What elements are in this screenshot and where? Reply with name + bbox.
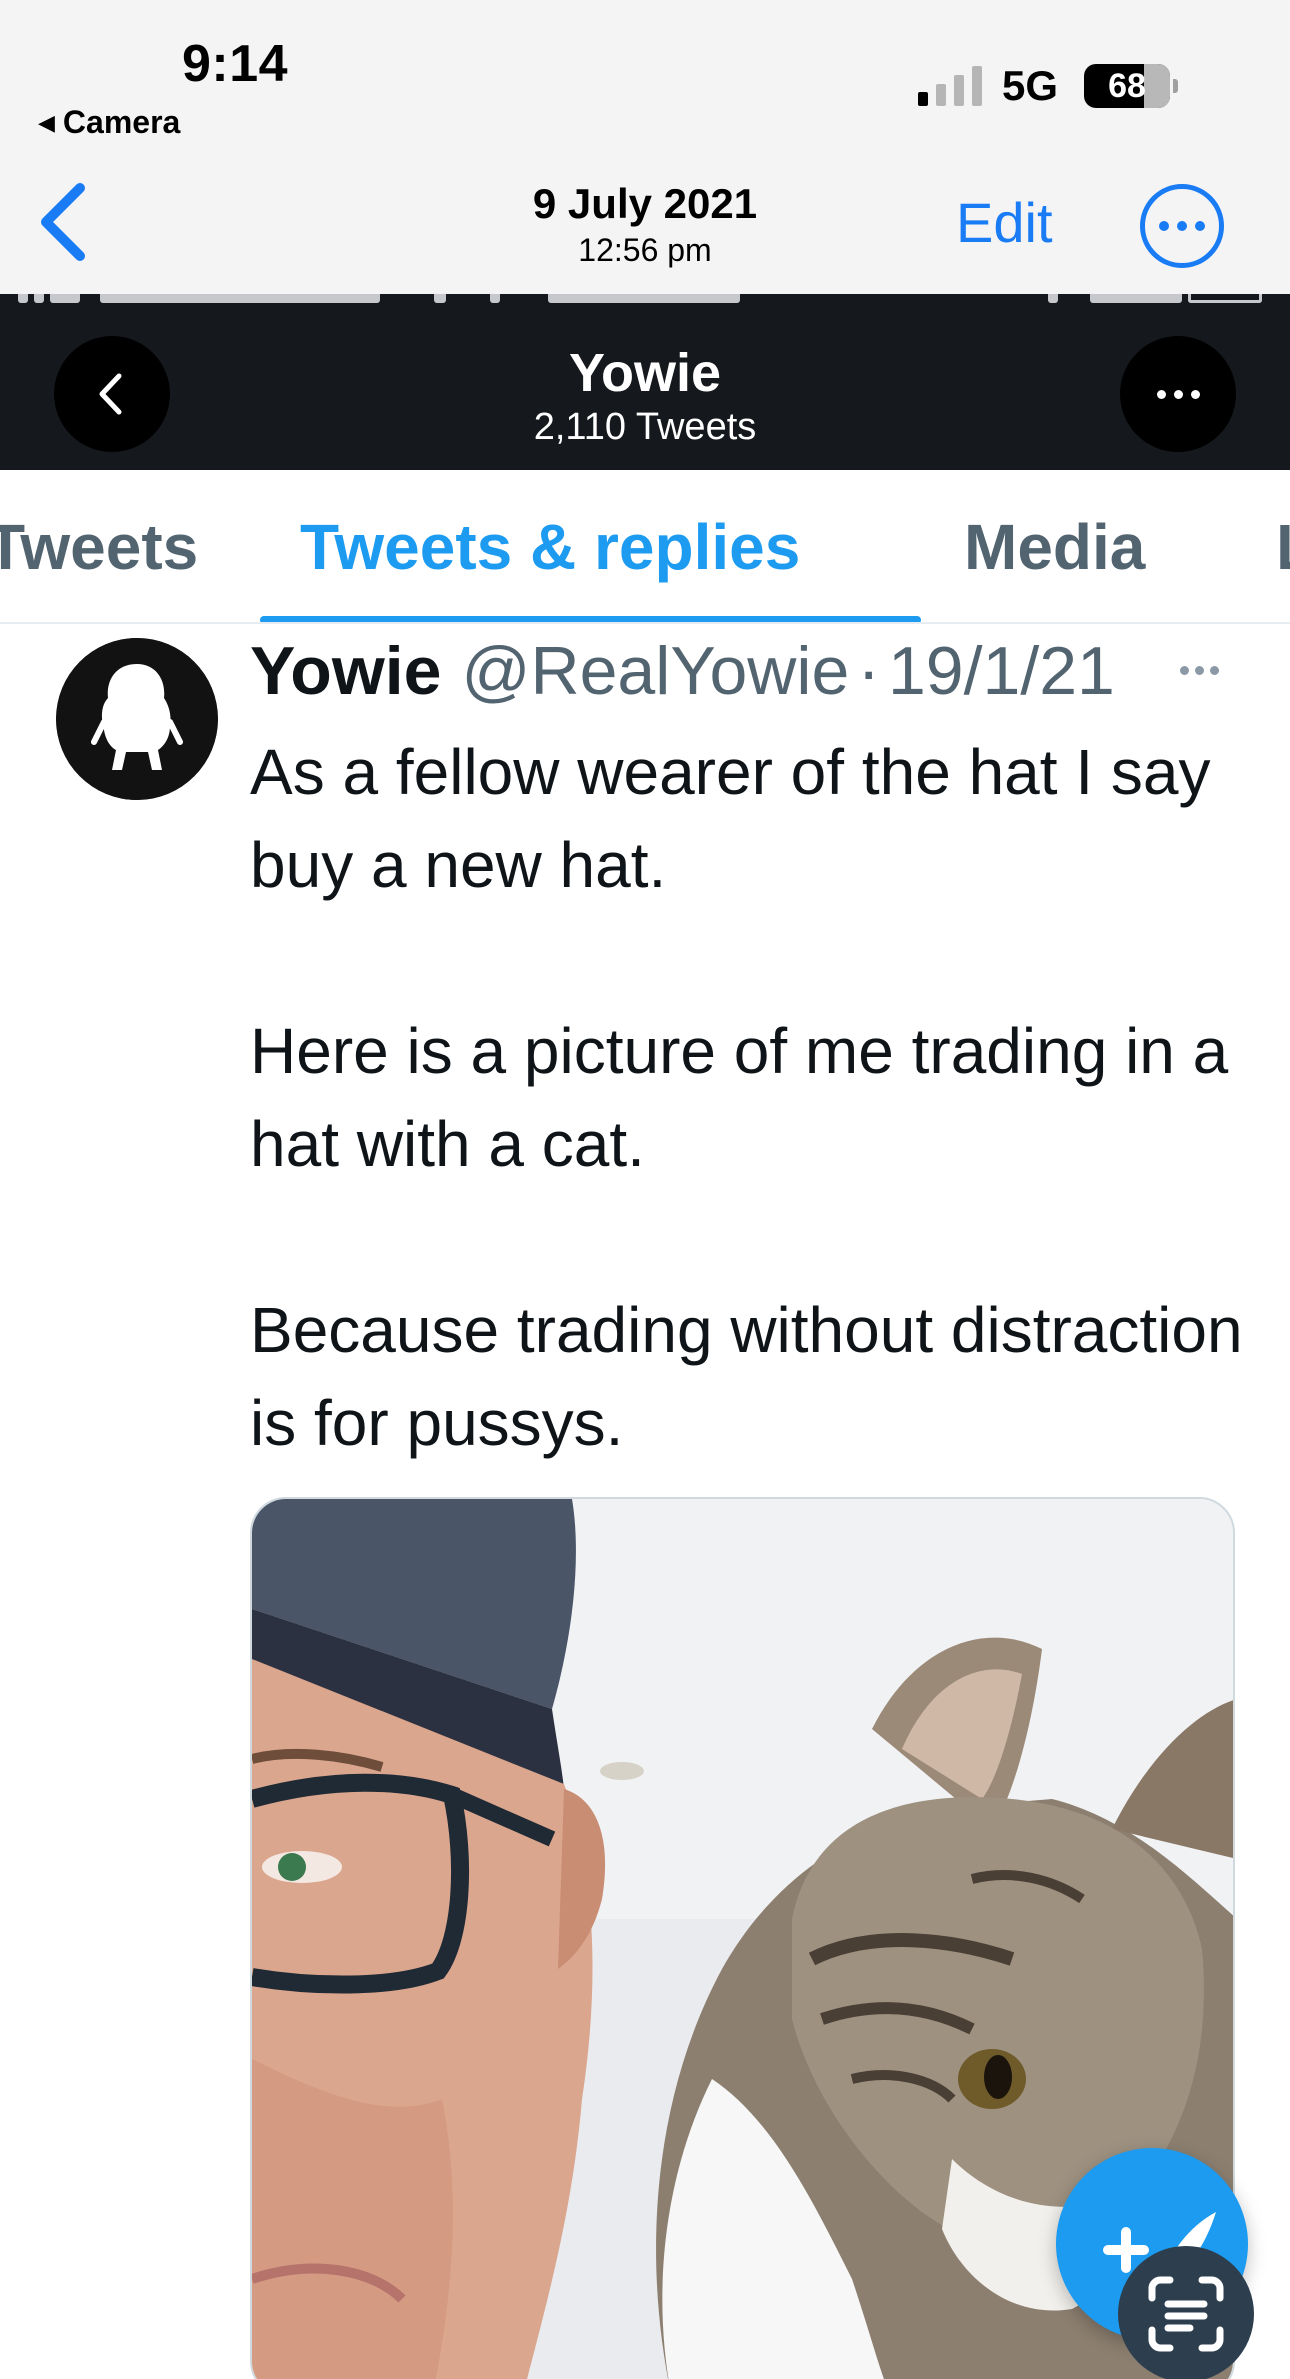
tab-media[interactable]: Media: [964, 510, 1145, 584]
back-app-label: Camera: [62, 104, 181, 140]
photos-header: 9:14 ◀ Camera 5G 68 9 July 2021 12:56 pm…: [0, 0, 1290, 294]
avatar[interactable]: [56, 638, 218, 800]
profile-header: Yowie 2,110 Tweets: [0, 294, 1290, 470]
back-button[interactable]: [54, 336, 170, 452]
tweet-text: As a fellow wearer of the hat I say buy …: [250, 726, 1250, 1470]
tweet-author-name[interactable]: Yowie: [250, 632, 441, 710]
tweet-paragraph: Because trading without distraction is f…: [250, 1294, 1243, 1459]
battery-icon: 68: [1084, 64, 1178, 108]
profile-title: Yowie 2,110 Tweets: [395, 342, 895, 449]
live-text-scan-icon: [1148, 2276, 1224, 2352]
tweet-date[interactable]: 19/1/21: [888, 632, 1115, 710]
tweet-count: 2,110 Tweets: [533, 406, 757, 448]
network-type: 5G: [1002, 62, 1059, 109]
tab-tweets[interactable]: Tweets: [0, 510, 198, 584]
profile-more-button[interactable]: [1120, 336, 1236, 452]
edit-button[interactable]: Edit: [956, 190, 1053, 255]
photo-date: 9 July 2021: [532, 180, 758, 227]
more-horizontal-icon[interactable]: [1180, 666, 1219, 675]
tweet-paragraph: As a fellow wearer of the hat I say buy …: [250, 736, 1211, 901]
tweet-paragraph: Here is a picture of me trading in a hat…: [250, 1015, 1229, 1180]
signal-bars-icon: [918, 66, 982, 106]
profile-tabs: Tweets Tweets & replies Media Likes: [0, 470, 1290, 624]
live-text-scan-button[interactable]: [1118, 2246, 1254, 2379]
tab-tweets-and-replies[interactable]: Tweets & replies: [300, 510, 800, 584]
tweet-author-handle[interactable]: @RealYowie: [461, 632, 849, 710]
chevron-left-icon[interactable]: [36, 182, 88, 262]
cropped-status-bar: [0, 294, 1290, 306]
yowie-avatar-icon: [56, 638, 218, 800]
photo-time: 12:56 pm: [578, 232, 712, 268]
tweet-header: Yowie @RealYowie · 19/1/21: [250, 632, 1115, 710]
more-circle-icon[interactable]: [1140, 184, 1224, 268]
tweet-separator: ·: [857, 633, 880, 709]
battery-level: 68: [1108, 66, 1146, 105]
back-to-camera-link[interactable]: ◀ Camera: [38, 104, 180, 141]
tab-likes[interactable]: Likes: [1276, 510, 1290, 584]
profile-name: Yowie: [568, 343, 722, 403]
back-triangle-icon: ◀: [38, 109, 55, 135]
back-arrow-icon: [99, 373, 122, 415]
photo-datetime: 9 July 2021 12:56 pm: [445, 180, 845, 269]
status-time: 9:14: [182, 35, 289, 93]
active-tab-indicator: [260, 616, 921, 622]
